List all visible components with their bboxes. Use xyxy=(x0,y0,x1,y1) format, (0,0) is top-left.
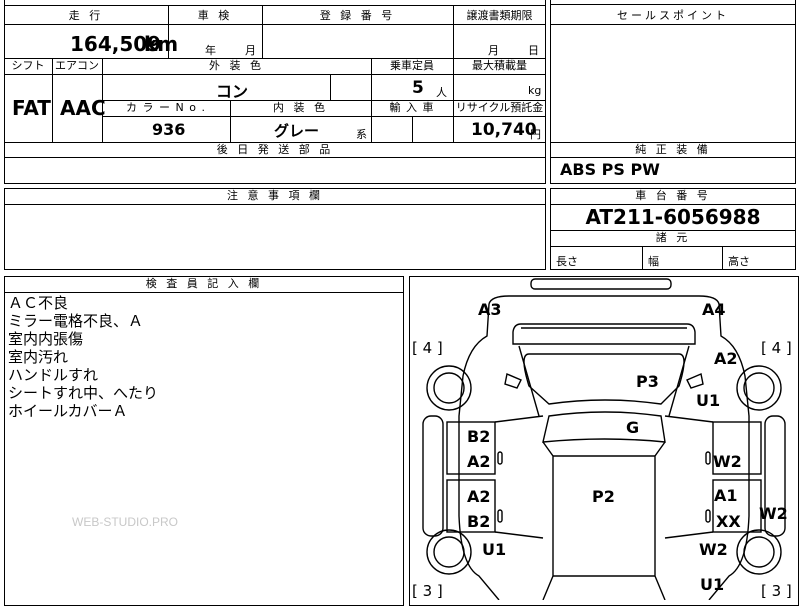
tire-rear-right-label: [ 3 ] xyxy=(761,582,792,600)
watermark: WEB-STUDIO.PRO xyxy=(72,515,179,529)
ac-value: AAC xyxy=(60,96,106,120)
sales-points-label: セールスポイント xyxy=(617,9,729,22)
mark-u1-left: U1 xyxy=(482,540,507,559)
mark-a2-left: A2 xyxy=(467,452,491,471)
mark-w2-right-door: W2 xyxy=(713,452,742,471)
inspection-label: 車 検 xyxy=(197,9,233,22)
recycle-value: 10,740 xyxy=(471,120,537,140)
shift-value: FAT xyxy=(12,96,51,120)
int-color-value: グレー xyxy=(274,122,320,140)
transfer-month: 月 xyxy=(488,44,499,57)
equipment-label: 純 正 装 備 xyxy=(635,143,711,156)
mark-a1-right: A1 xyxy=(714,486,738,505)
load-unit: kg xyxy=(528,84,542,97)
dims-label: 諸 元 xyxy=(655,231,691,244)
note-line: シートすれ中、へたり xyxy=(8,384,159,402)
color-no-label: カ ラ ー N o . xyxy=(126,101,206,114)
month-unit: 月 xyxy=(245,44,256,57)
import-label: 輸 入 車 xyxy=(389,101,435,114)
length-label: 長さ xyxy=(556,255,578,268)
mark-xx-right: XX xyxy=(716,512,741,531)
shift-label: シフト xyxy=(11,59,45,72)
chassis-value: AT211-6056988 xyxy=(585,205,761,229)
int-color-suffix: 系 xyxy=(356,128,367,141)
chassis-label: 車 台 番 号 xyxy=(635,189,711,202)
mark-w2-side: W2 xyxy=(759,504,788,523)
mark-u1-bottom: U1 xyxy=(700,575,725,594)
transfer-doc-label: 譲渡書類期限 xyxy=(466,9,533,22)
mark-w2-right-lower: W2 xyxy=(699,540,728,559)
mark-p3: P3 xyxy=(636,372,659,391)
capacity-unit: 人 xyxy=(436,86,447,99)
mark-a2-top-right: A2 xyxy=(714,349,738,368)
top-cut-strip xyxy=(4,0,546,6)
registration-label: 登 録 番 号 xyxy=(319,9,396,22)
mileage-unit: km xyxy=(144,32,179,56)
note-line: ハンドルすれ xyxy=(8,366,99,384)
mark-b2-left: B2 xyxy=(467,427,491,446)
mark-a2-left-rear: A2 xyxy=(467,487,491,506)
inspector-notes: ＡＣ不良 ミラー電格不良、Ａ 室内内張傷 室内汚れ ハンドルすれ シートすれ中、… xyxy=(8,294,398,420)
inspector-label: 検 査 員 記 入 欄 xyxy=(145,277,263,290)
capacity-label: 乗車定員 xyxy=(390,59,434,72)
note-line: 室内汚れ xyxy=(8,348,69,366)
tire-front-left-label: [ 4 ] xyxy=(412,339,443,357)
transfer-day: 日 xyxy=(528,44,539,57)
mark-b2-left-rear: B2 xyxy=(467,512,491,531)
note-line: ミラー電格不良、Ａ xyxy=(8,312,144,330)
year-unit: 年 xyxy=(205,44,216,57)
capacity-value: 5 xyxy=(412,78,424,98)
mark-g: G xyxy=(626,418,640,437)
mark-u1-right: U1 xyxy=(696,391,721,410)
later-parts-label: 後 日 発 送 部 品 xyxy=(216,143,334,156)
width-label: 幅 xyxy=(648,255,659,268)
max-load-label: 最大積載量 xyxy=(472,59,527,72)
mark-a3: A3 xyxy=(478,300,502,319)
mileage-label: 走 行 xyxy=(68,9,104,22)
recycle-label: リサイクル預託金 xyxy=(455,101,544,114)
tire-rear-left-label: [ 3 ] xyxy=(412,582,443,600)
equipment-value: ABS PS PW xyxy=(560,160,660,179)
note-line: 室内内張傷 xyxy=(8,330,84,348)
ext-color-label: 外 装 色 xyxy=(209,59,264,72)
ac-label: エアコン xyxy=(55,59,99,72)
height-label: 高さ xyxy=(728,255,750,268)
mark-p2: P2 xyxy=(592,487,615,506)
note-line: ＡＣ不良 xyxy=(8,294,69,312)
recycle-unit: 円 xyxy=(530,128,541,141)
color-no-value: 936 xyxy=(152,120,186,139)
int-color-label: 内 装 色 xyxy=(273,101,328,114)
notes-label: 注 意 事 項 欄 xyxy=(227,189,323,202)
tire-front-right-label: [ 4 ] xyxy=(761,339,792,357)
note-line: ホイールカバーＡ xyxy=(8,402,128,420)
ext-color-value: コン xyxy=(216,82,249,101)
mark-a4: A4 xyxy=(702,300,726,319)
